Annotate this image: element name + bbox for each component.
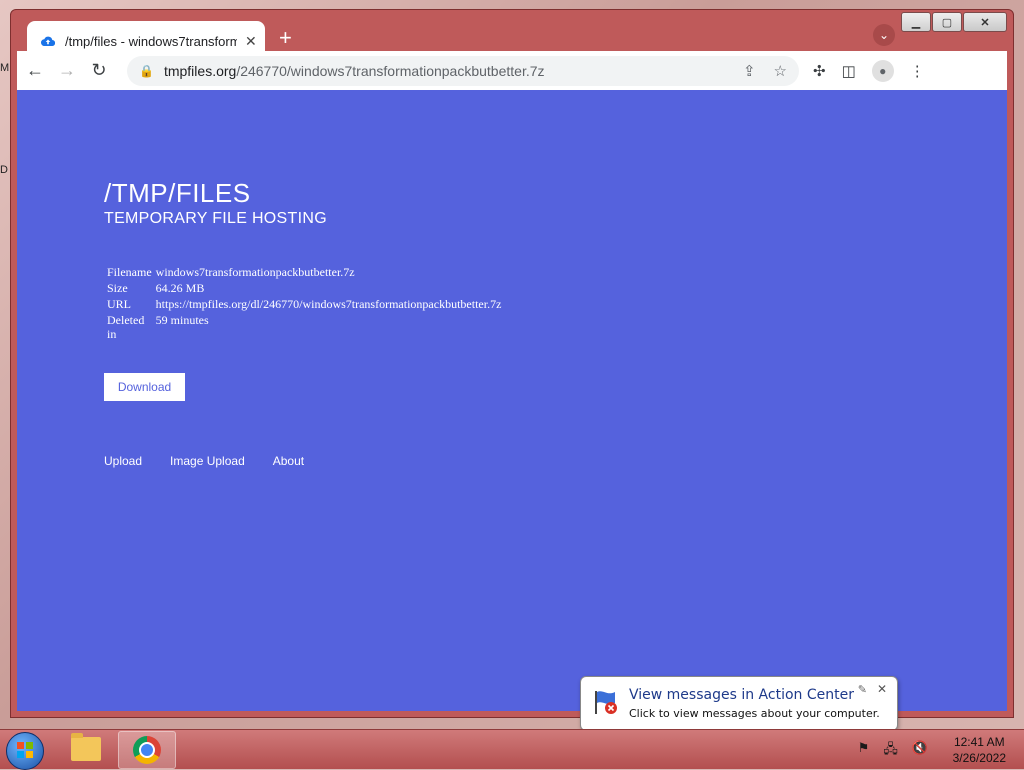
network-icon[interactable]: 🖧 (883, 740, 898, 762)
file-info-key: Size (107, 281, 128, 295)
volume-muted-icon[interactable]: 🔇 (912, 740, 928, 762)
start-button[interactable] (6, 732, 44, 770)
taskbar-chrome[interactable] (118, 731, 176, 769)
file-info-key: Deleted in (107, 313, 145, 341)
maximize-button[interactable]: ▢ (932, 12, 962, 32)
minimize-button[interactable]: ▁ (901, 12, 931, 32)
file-info-row: Filename windows7transformationpackbutbe… (105, 264, 503, 280)
close-window-button[interactable]: ✕ (963, 12, 1007, 32)
menu-kebab-icon[interactable]: ⋮ (910, 62, 925, 80)
action-center-notification[interactable]: View messages in Action Center Click to … (580, 676, 898, 731)
page-content: /TMP/FILES TEMPORARY FILE HOSTING Filena… (17, 90, 1007, 711)
url-host: tmpfiles.org (163, 62, 237, 79)
system-tray: ⚑ 🖧 🔇 (858, 740, 928, 762)
pin-icon[interactable]: ✎ (858, 683, 867, 696)
bookmark-star-icon[interactable]: ☆ (774, 62, 787, 80)
image-upload-link[interactable]: Image Upload (170, 454, 245, 468)
clock-time: 12:41 AM (953, 735, 1005, 749)
upload-link[interactable]: Upload (104, 454, 142, 468)
tab-title: /tmp/files - windows7transforma (65, 33, 237, 49)
file-info-key: Filename (107, 265, 152, 279)
toolbar-actions: ✣ ◫ ● ⋮ (813, 59, 925, 82)
new-tab-button[interactable]: + (279, 27, 292, 49)
reload-icon[interactable]: ↻ (85, 57, 113, 85)
page-title: /TMP/FILES (104, 178, 251, 208)
tab-close-icon[interactable]: ✕ (245, 33, 257, 50)
notification-close-icon[interactable]: ✕ (877, 682, 887, 696)
lock-icon[interactable]: 🔒 (139, 64, 154, 78)
file-info-value: https://tmpfiles.org/dl/246770/windows7t… (155, 297, 502, 311)
folder-icon (71, 733, 101, 761)
taskbar: ⚑ 🖧 🔇 12:41 AM 3/26/2022 (0, 729, 1024, 770)
forward-icon[interactable]: → (53, 57, 81, 85)
notification-title: View messages in Action Center (629, 687, 854, 703)
profile-avatar-icon[interactable]: ● (871, 59, 894, 82)
extensions-icon[interactable]: ✣ (813, 62, 826, 80)
chrome-icon (133, 736, 161, 764)
cloud-upload-icon (41, 34, 55, 48)
desktop-label-d: D (0, 164, 8, 176)
window-controls: ▁ ▢ ✕ (901, 12, 1007, 32)
tab-search-icon[interactable]: ⌄ (873, 24, 895, 46)
browser-toolbar: ← → ↻ 🔒 tmpfiles.org/246770/windows7tran… (17, 51, 1007, 90)
browser-window: ▁ ▢ ✕ /tmp/files - windows7transforma ✕ … (10, 9, 1014, 718)
file-info-key: URL (107, 297, 131, 311)
footer-nav: Upload Image Upload About (104, 454, 304, 468)
file-info-value: windows7transformationpackbutbetter.7z (155, 265, 355, 279)
address-bar[interactable]: 🔒 tmpfiles.org/246770/windows7transforma… (127, 55, 799, 86)
file-info-value: 64.26 MB (155, 281, 205, 295)
taskbar-explorer[interactable] (58, 731, 114, 767)
desktop-label-m: M (0, 62, 10, 74)
file-info-value: 59 minutes (155, 313, 209, 327)
download-button[interactable]: Download (104, 373, 185, 401)
side-panel-icon[interactable]: ◫ (842, 62, 856, 80)
file-info-table: Filename windows7transformationpackbutbe… (105, 264, 503, 342)
action-center-flag-icon (595, 691, 617, 714)
back-icon[interactable]: ← (21, 57, 49, 85)
action-center-tray-icon[interactable]: ⚑ (858, 740, 870, 762)
share-icon[interactable]: ⇪ (743, 62, 756, 80)
about-link[interactable]: About (273, 454, 304, 468)
url-path: /246770/windows7transformationpackbutbet… (236, 62, 545, 79)
file-info-row: URL https://tmpfiles.org/dl/246770/windo… (105, 296, 503, 312)
notification-text: Click to view messages about your comput… (629, 707, 880, 720)
omnibox-actions: ⇪ ☆ (743, 62, 787, 80)
windows-logo-icon (17, 742, 33, 758)
file-info-row: Deleted in 59 minutes (105, 312, 503, 342)
clock[interactable]: 12:41 AM 3/26/2022 (953, 734, 1006, 766)
page-subtitle: TEMPORARY FILE HOSTING (104, 210, 327, 227)
file-info-row: Size 64.26 MB (105, 280, 503, 296)
clock-date: 3/26/2022 (952, 751, 1006, 765)
